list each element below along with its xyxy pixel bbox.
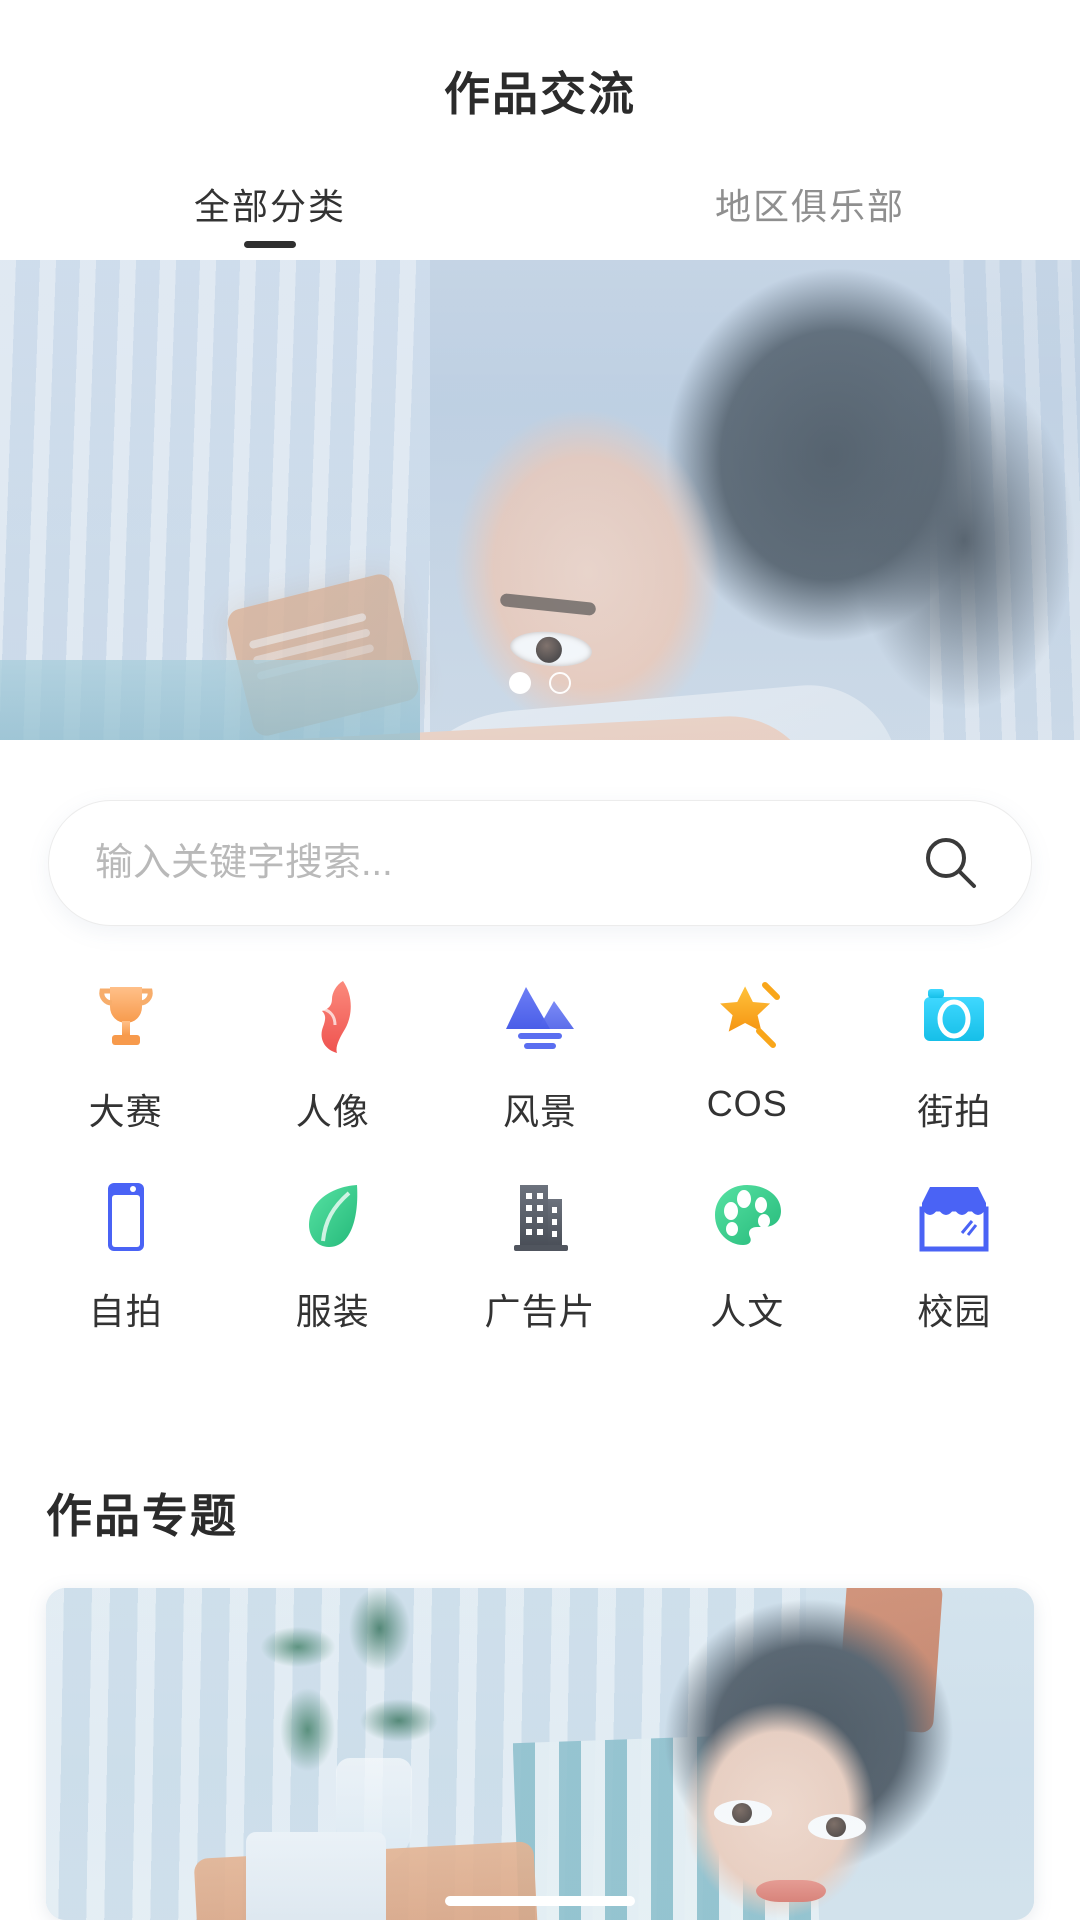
tab-regional-club[interactable]: 地区俱乐部 xyxy=(540,148,1080,260)
category-item-cos[interactable]: COS xyxy=(644,965,851,1135)
category-label: 大赛 xyxy=(88,1091,163,1132)
category-item-portrait[interactable]: 人像 xyxy=(229,965,436,1135)
category-label: 街拍 xyxy=(917,1091,992,1132)
category-item-landscape[interactable]: 风景 xyxy=(436,965,643,1135)
search-bar[interactable] xyxy=(48,800,1032,926)
category-label: 广告片 xyxy=(484,1291,596,1332)
search-section xyxy=(48,800,1032,926)
phone-icon xyxy=(74,1165,178,1269)
page-header: 作品交流 xyxy=(0,0,1080,148)
category-grid: 大赛 人像 风景 COS 街拍 自拍 服装 广告片 人文 校园 xyxy=(0,965,1080,1335)
palette-icon xyxy=(695,1165,799,1269)
tab-label: 地区俱乐部 xyxy=(714,186,905,227)
category-item-fashion[interactable]: 服装 xyxy=(229,1165,436,1335)
carousel-dot-2[interactable] xyxy=(549,672,571,694)
category-label: 校园 xyxy=(917,1291,992,1332)
category-label: COS xyxy=(706,1083,788,1124)
hero-carousel[interactable] xyxy=(0,260,1080,740)
category-label: 自拍 xyxy=(88,1291,163,1332)
category-label: 人文 xyxy=(710,1291,785,1332)
star-flash-icon xyxy=(695,965,799,1069)
category-label: 风景 xyxy=(502,1091,577,1132)
tab-bar: 全部分类 地区俱乐部 xyxy=(0,148,1080,260)
app-screen: 作品交流 全部分类 地区俱乐部 输入关键字搜索... 大赛 人像 风景 COS … xyxy=(0,0,1080,1920)
tab-active-indicator xyxy=(244,241,296,248)
search-input[interactable] xyxy=(95,841,915,885)
category-item-campus[interactable]: 校园 xyxy=(851,1165,1058,1335)
tab-all-categories[interactable]: 全部分类 xyxy=(0,148,540,260)
hero-image xyxy=(0,260,1080,740)
page-title: 作品交流 xyxy=(444,68,636,120)
section-title-works-topic: 作品专题 xyxy=(46,1490,238,1542)
feature-card-works-topic[interactable] xyxy=(46,1588,1034,1920)
storefront-icon xyxy=(902,1165,1006,1269)
category-item-commercial[interactable]: 广告片 xyxy=(436,1165,643,1335)
trophy-icon xyxy=(74,965,178,1069)
search-icon[interactable] xyxy=(915,827,987,899)
category-item-street[interactable]: 街拍 xyxy=(851,965,1058,1135)
mountain-icon xyxy=(488,965,592,1069)
category-item-humanities[interactable]: 人文 xyxy=(644,1165,851,1335)
camera-icon xyxy=(902,965,1006,1069)
home-indicator xyxy=(445,1896,635,1906)
category-label: 服装 xyxy=(295,1291,370,1332)
tab-label: 全部分类 xyxy=(193,186,346,227)
category-label: 人像 xyxy=(295,1091,370,1132)
building-icon xyxy=(488,1165,592,1269)
category-item-contest[interactable]: 大赛 xyxy=(22,965,229,1135)
woman-face-icon xyxy=(281,965,385,1069)
leaf-icon xyxy=(281,1165,385,1269)
carousel-dot-1[interactable] xyxy=(509,672,531,694)
category-item-selfie[interactable]: 自拍 xyxy=(22,1165,229,1335)
carousel-dots xyxy=(0,672,1080,694)
